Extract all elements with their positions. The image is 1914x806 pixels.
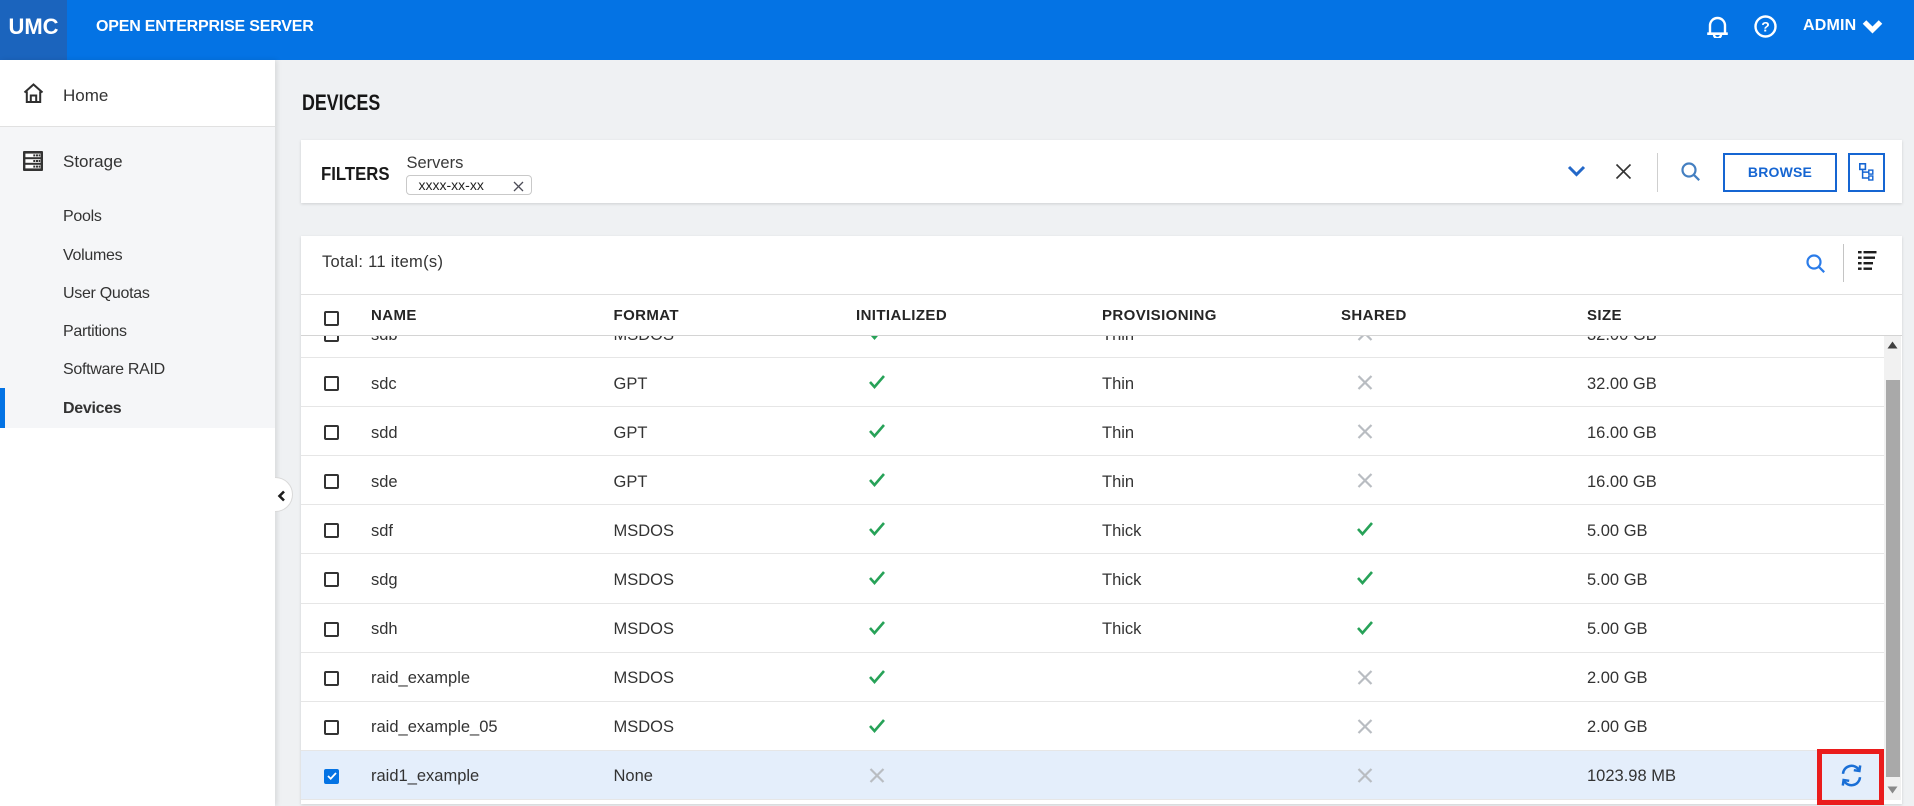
svg-text:?: ?	[1761, 18, 1770, 34]
